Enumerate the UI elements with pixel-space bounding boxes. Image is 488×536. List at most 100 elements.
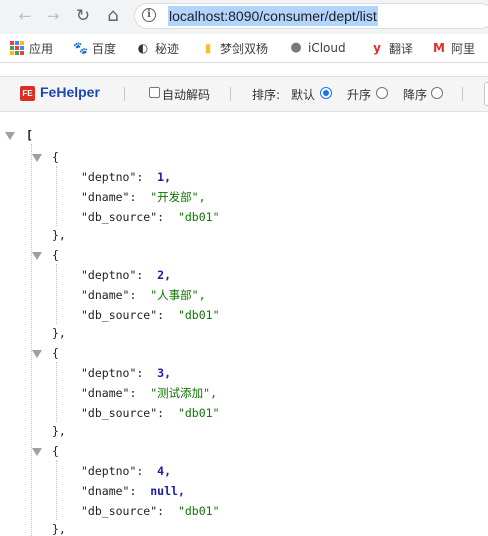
bookmark-label: 百度: [92, 41, 117, 56]
bookmark-label: 翻译: [389, 41, 414, 56]
indent-guide: [56, 166, 57, 226]
bookmark-label: 阿里: [451, 41, 476, 56]
object-close-brace: },: [52, 228, 66, 242]
bookmark-miji[interactable]: ◐ 秘迹: [136, 39, 179, 57]
json-value: "db01": [177, 308, 220, 322]
bookmark-label: 梦剑双杨: [220, 41, 269, 56]
fehelper-logo-icon: FE: [20, 86, 35, 101]
json-row: "dname": null,: [81, 484, 185, 498]
collapse-toggle-icon[interactable]: [32, 252, 42, 260]
indent-guide: [56, 362, 57, 422]
toolbar-more-button[interactable]: [484, 82, 488, 106]
sort-asc-radio[interactable]: [376, 87, 388, 99]
sort-default-radio[interactable]: [320, 87, 332, 99]
mijisousuo-icon: ◐: [137, 41, 149, 55]
json-value: "开发部",: [150, 190, 206, 204]
back-icon[interactable]: ←: [14, 5, 36, 27]
json-key: "db_source":: [81, 308, 165, 322]
json-key: "deptno":: [81, 464, 144, 478]
sort-desc-radio[interactable]: [431, 87, 443, 99]
home-icon[interactable]: ⌂: [102, 5, 124, 27]
sort-default-label: 默认: [291, 88, 316, 102]
json-row: "deptno": 2,: [81, 268, 171, 282]
fehelper-toolbar: FE FeHelper 自动解码 排序: 默认 升序 降序: [0, 76, 488, 112]
auto-decode-checkbox[interactable]: [149, 87, 160, 98]
json-row: "db_source": "db01": [81, 406, 220, 420]
json-row: "deptno": 1,: [81, 170, 171, 184]
folder-icon: ▮: [204, 41, 212, 55]
address-bar[interactable]: i localhost:8090/consumer/dept/list: [134, 3, 488, 29]
bookmarks-bar: 应用 🐾 百度 ◐ 秘迹 ▮ 梦剑双杨 ● iCloud y 翻译 M 阿里: [0, 34, 488, 63]
baidu-paw-icon: 🐾: [73, 41, 88, 55]
site-info-icon[interactable]: i: [142, 8, 156, 22]
json-key: "deptno":: [81, 170, 144, 184]
json-row: "deptno": 3,: [81, 366, 171, 380]
object-open-brace: {: [52, 444, 59, 458]
bookmark-icloud[interactable]: ● iCloud: [289, 39, 346, 57]
json-key: "db_source":: [81, 504, 165, 518]
sort-label: 排序:: [252, 88, 281, 102]
json-row: "dname": "测试添加",: [81, 386, 217, 400]
json-viewer: [ { "deptno": 1, "dname": "开发部", "db_sou…: [0, 112, 488, 536]
reload-icon[interactable]: ↻: [72, 5, 94, 27]
object-open-brace: {: [52, 346, 59, 360]
sort-desc-label: 降序: [403, 88, 428, 102]
toolbar-divider: [124, 87, 125, 101]
json-value: "db01": [177, 406, 220, 420]
fehelper-title[interactable]: FeHelper: [40, 84, 100, 100]
indent-guide: [56, 460, 57, 520]
json-value: 2,: [157, 268, 172, 282]
sort-asc-label: 升序: [347, 88, 372, 102]
json-key: "db_source":: [81, 406, 165, 420]
collapse-toggle-icon[interactable]: [32, 154, 42, 162]
json-value: null,: [150, 484, 185, 498]
apple-icon: ●: [290, 40, 302, 55]
json-value: "db01": [177, 504, 220, 518]
bookmark-label: 秘迹: [155, 41, 180, 56]
object-open-brace: {: [52, 248, 59, 262]
json-value: 4,: [157, 464, 172, 478]
json-row: "db_source": "db01": [81, 210, 220, 224]
json-key: "db_source":: [81, 210, 165, 224]
json-key: "dname":: [81, 190, 137, 204]
bookmark-alibaba[interactable]: M 阿里: [432, 39, 475, 57]
object-close-brace: },: [52, 424, 66, 438]
indent-guide: [31, 144, 32, 536]
bookmark-baidu[interactable]: 🐾 百度: [73, 39, 116, 57]
json-value: "db01": [177, 210, 220, 224]
collapse-toggle-icon[interactable]: [32, 448, 42, 456]
json-key: "dname":: [81, 386, 137, 400]
json-key: "dname":: [81, 484, 137, 498]
json-value: 1,: [157, 170, 172, 184]
json-row: "dname": "人事部",: [81, 288, 206, 302]
indent-guide: [56, 264, 57, 324]
browser-toolbar: ← → ↻ ⌂ i localhost:8090/consumer/dept/l…: [0, 0, 488, 34]
bookmark-apps[interactable]: 应用: [10, 39, 53, 57]
alibaba-icon: M: [433, 41, 445, 55]
json-row: "db_source": "db01": [81, 308, 220, 322]
bookmark-folder[interactable]: ▮ 梦剑双杨: [201, 39, 268, 57]
object-close-brace: },: [52, 326, 66, 340]
apps-grid-icon: [10, 41, 24, 55]
bookmark-youdao[interactable]: y 翻译: [370, 39, 413, 57]
json-value: 3,: [157, 366, 172, 380]
bookmark-label: iCloud: [308, 41, 346, 55]
bookmark-label: 应用: [29, 41, 54, 56]
json-row: "deptno": 4,: [81, 464, 171, 478]
auto-decode-label: 自动解码: [162, 88, 211, 102]
json-row: "db_source": "db01": [81, 504, 220, 518]
collapse-toggle-icon[interactable]: [32, 350, 42, 358]
object-close-brace: },: [52, 522, 66, 536]
forward-icon[interactable]: →: [42, 5, 64, 27]
json-value: "人事部",: [150, 288, 206, 302]
address-url[interactable]: localhost:8090/consumer/dept/list: [168, 6, 378, 26]
json-key: "dname":: [81, 288, 137, 302]
youdao-icon: y: [373, 41, 381, 55]
json-key: "deptno":: [81, 268, 144, 282]
collapse-toggle-icon[interactable]: [5, 132, 15, 140]
json-row: "dname": "开发部",: [81, 190, 206, 204]
toolbar-divider: [230, 87, 231, 101]
json-key: "deptno":: [81, 366, 144, 380]
array-open-bracket: [: [26, 128, 33, 142]
json-value: "测试添加",: [150, 386, 218, 400]
